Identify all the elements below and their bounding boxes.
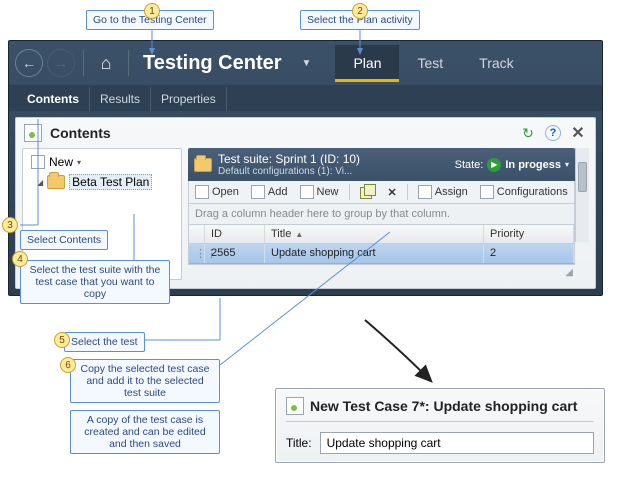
config-icon [480, 185, 494, 199]
app-window: ← → ⌂ Testing Center ▼ Plan Test Track C… [8, 40, 603, 296]
test-suite-area: Test suite: Sprint 1 (ID: 10) Default co… [188, 148, 589, 280]
scrollbar-thumb[interactable] [578, 162, 587, 192]
callout-3: Select Contents [20, 230, 108, 250]
document-icon [286, 397, 304, 415]
suite-subtitle: Default configurations (1): Vi... [218, 166, 449, 177]
callout-num-1: 1 [144, 3, 160, 19]
app-title-dropdown-icon[interactable]: ▼ [302, 58, 312, 69]
open-icon [195, 185, 209, 199]
expander-icon[interactable]: ◢ [37, 178, 43, 187]
callout-num-6: 6 [60, 357, 76, 373]
activity-tabs: Plan Test Track [335, 45, 531, 82]
new-icon [31, 155, 45, 169]
title-label: Title: [286, 436, 312, 450]
titlebar: ← → ⌂ Testing Center ▼ Plan Test Track [9, 41, 602, 85]
callout-6: Copy the selected test case and add it t… [70, 359, 220, 403]
new-label: New [49, 155, 73, 169]
add-button[interactable]: Add [249, 184, 290, 200]
callout-7: A copy of the test case is created and c… [70, 410, 220, 454]
chevron-down-icon: ▾ [77, 158, 81, 167]
new-menu[interactable]: New ▾ [27, 153, 177, 171]
tree-item-beta-test-plan[interactable]: ◢ Beta Test Plan [33, 171, 177, 193]
divider [83, 50, 84, 76]
panel-header: Contents ↻ ? ✕ [16, 118, 595, 148]
tree-item-label: Beta Test Plan [69, 174, 152, 190]
add-icon [251, 185, 265, 199]
title-input[interactable] [320, 432, 594, 454]
callout-num-4: 4 [12, 251, 28, 267]
new-test-case-header: New Test Case 7*: Update shopping cart [286, 397, 594, 422]
open-button[interactable]: Open [193, 184, 241, 200]
callout-num-5: 5 [54, 332, 70, 348]
suite-state[interactable]: State: ▶ In progess ▾ [455, 158, 569, 172]
copy-icon [360, 185, 376, 199]
suite-header: Test suite: Sprint 1 (ID: 10) Default co… [188, 148, 575, 181]
state-value: In progess [505, 159, 561, 171]
cell-id: 2565 [205, 244, 265, 263]
callout-4: Select the test suite with the test case… [20, 260, 170, 304]
grid-header: ID Title▲ Priority [189, 225, 574, 244]
callout-num-2: 2 [352, 3, 368, 19]
panel-title: Contents [50, 125, 111, 141]
subtab-contents[interactable]: Contents [17, 87, 90, 111]
document-icon [24, 124, 42, 142]
cell-priority: 2 [484, 244, 574, 263]
callout-5: Select the test [64, 332, 145, 352]
vertical-scrollbar[interactable] [575, 148, 589, 242]
forward-button[interactable]: → [47, 49, 75, 77]
col-id[interactable]: ID [205, 225, 265, 243]
back-button[interactable]: ← [15, 49, 43, 77]
configurations-button[interactable]: Configurations [478, 184, 570, 200]
new-icon [300, 185, 314, 199]
separator [407, 184, 408, 200]
title-field-row: Title: [286, 432, 594, 454]
subtab-properties[interactable]: Properties [151, 87, 227, 111]
suite-title: Test suite: Sprint 1 (ID: 10) [218, 152, 449, 166]
refresh-icon[interactable]: ↻ [519, 124, 537, 142]
play-icon: ▶ [487, 158, 501, 172]
table-row[interactable]: ⋮⋮ 2565 Update shopping cart 2 [189, 244, 574, 264]
new-button[interactable]: New [298, 184, 341, 200]
resize-grip-icon[interactable]: ◢ [188, 265, 575, 280]
suite-icon [194, 158, 212, 172]
cell-title: Update shopping cart [265, 244, 484, 263]
new-test-case-panel: New Test Case 7*: Update shopping cart T… [275, 388, 605, 463]
drag-handle-icon[interactable]: ⋮⋮ [189, 244, 205, 263]
test-case-grid: ID Title▲ Priority ⋮⋮ 2565 Update shoppi… [188, 225, 575, 265]
col-drag[interactable] [189, 225, 205, 243]
delete-button[interactable]: ✕ [386, 185, 399, 200]
folder-icon [47, 175, 65, 189]
home-button[interactable]: ⌂ [92, 49, 120, 77]
state-label: State: [455, 159, 484, 171]
suite-toolbar: Open Add New ✕ Assign Configurations [188, 181, 575, 204]
separator [349, 184, 350, 200]
sort-asc-icon: ▲ [295, 230, 303, 239]
help-icon[interactable]: ? [545, 125, 561, 141]
copy-button[interactable] [358, 184, 378, 200]
app-title[interactable]: Testing Center [143, 52, 282, 75]
assign-icon [418, 185, 432, 199]
assign-button[interactable]: Assign [416, 184, 470, 200]
divider [128, 50, 129, 76]
subtab-results[interactable]: Results [90, 87, 151, 111]
tab-track[interactable]: Track [461, 45, 531, 82]
col-priority[interactable]: Priority [484, 225, 574, 243]
chevron-down-icon: ▾ [565, 160, 569, 169]
tab-test[interactable]: Test [399, 45, 461, 82]
callout-num-3: 3 [2, 217, 18, 233]
close-icon[interactable]: ✕ [569, 124, 587, 142]
tab-plan[interactable]: Plan [335, 45, 399, 82]
col-title[interactable]: Title▲ [265, 225, 484, 243]
group-by-hint[interactable]: Drag a column header here to group by th… [188, 204, 575, 225]
subtabs: Contents Results Properties [9, 85, 602, 111]
